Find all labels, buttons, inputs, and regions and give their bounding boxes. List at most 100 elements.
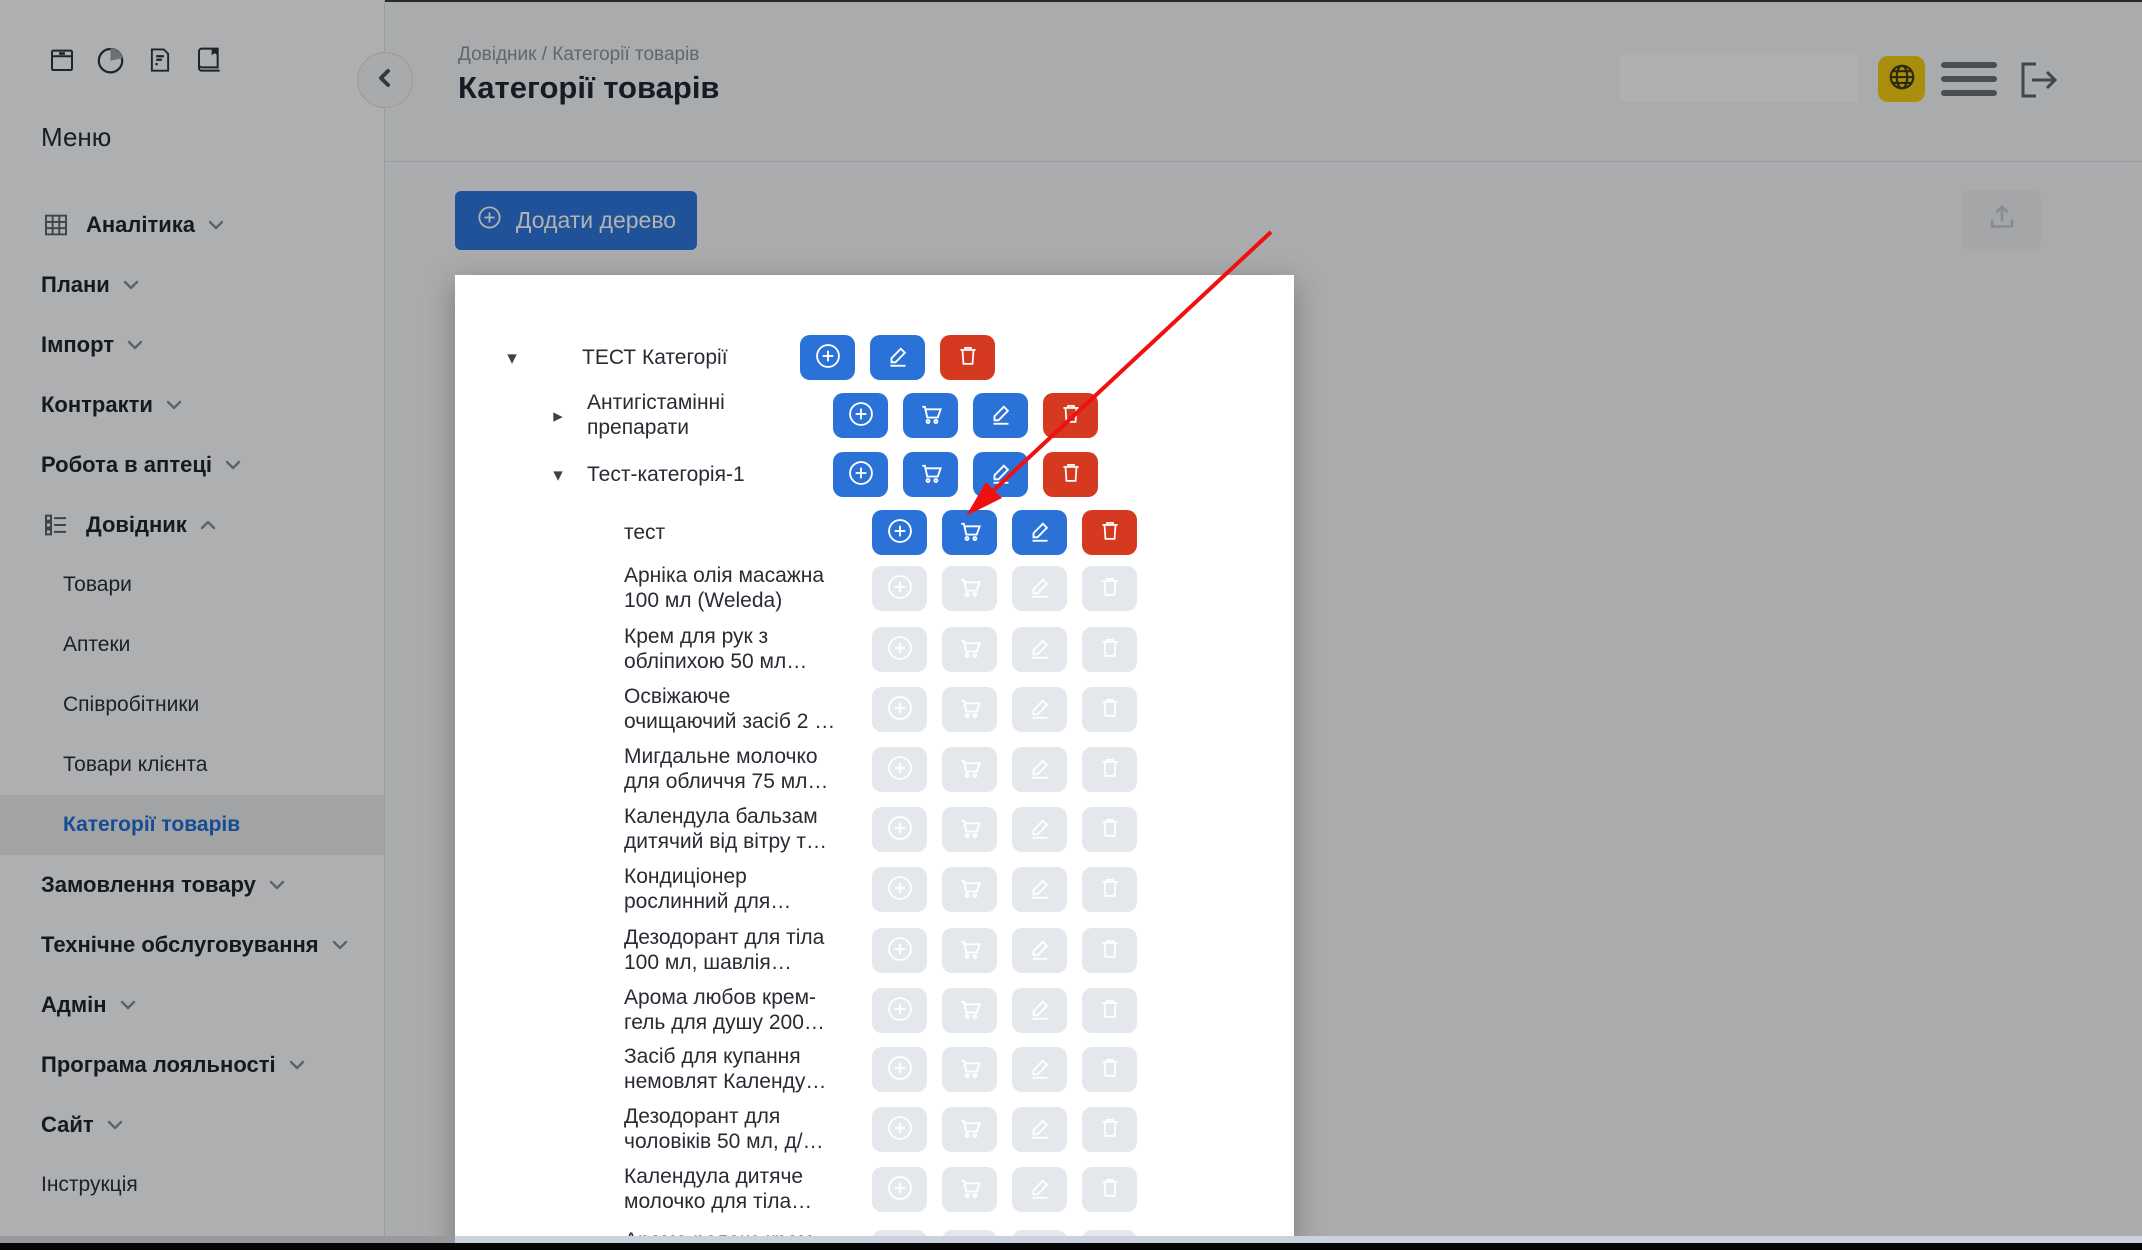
add-circle-icon	[884, 1052, 916, 1087]
cart-button	[942, 807, 997, 852]
tree-node-label: Календула бальзамдитячий від вітру т…	[624, 804, 827, 854]
edit-button[interactable]	[973, 393, 1028, 438]
tree-row-actions	[833, 393, 1098, 438]
edit-icon	[1025, 1113, 1055, 1146]
edit-icon	[1025, 1053, 1055, 1086]
tree-node-label: ТЕСТ Категорії	[582, 345, 728, 370]
add-circle-icon	[884, 872, 916, 907]
edit-button	[1012, 867, 1067, 912]
add-button	[872, 1047, 927, 1092]
edit-button	[1012, 988, 1067, 1033]
add-circle-icon	[845, 398, 877, 433]
tree-row-actions	[872, 510, 1137, 555]
edit-button	[1012, 627, 1067, 672]
cart-button	[942, 928, 997, 973]
edit-icon	[1025, 572, 1055, 605]
trash-icon	[1096, 753, 1124, 786]
tree-row-3: тест	[455, 502, 1294, 562]
horizontal-scrollbar[interactable]	[455, 1236, 2142, 1243]
delete-button[interactable]	[1082, 510, 1137, 555]
trash-icon	[1096, 633, 1124, 666]
edit-icon	[883, 341, 913, 374]
cart-button	[942, 747, 997, 792]
tree-row-actions	[800, 335, 995, 380]
edit-button[interactable]	[973, 452, 1028, 497]
trash-icon	[1096, 572, 1124, 605]
cart-icon	[955, 633, 985, 666]
tree-node-label: Дезодорант длячоловіків 50 мл, д/…	[624, 1104, 824, 1154]
edit-icon	[1025, 633, 1055, 666]
tree-row-actions	[872, 1107, 1137, 1152]
edit-icon	[1025, 753, 1055, 786]
tree-row-8: Календула бальзамдитячий від вітру т…	[455, 799, 1294, 859]
delete-button[interactable]	[1043, 452, 1098, 497]
edit-icon	[1025, 1173, 1055, 1206]
cart-button	[942, 867, 997, 912]
delete-button	[1082, 747, 1137, 792]
add-button[interactable]	[800, 335, 855, 380]
tree-row-6: Освіжаючеочищаючий засіб 2 …	[455, 679, 1294, 739]
add-button[interactable]	[833, 452, 888, 497]
tree-node-label: Мигдальне молочкодля обличчя 75 мл…	[624, 744, 828, 794]
tree-row-actions	[872, 807, 1137, 852]
cart-icon	[955, 1173, 985, 1206]
add-circle-icon	[884, 632, 916, 667]
add-button	[872, 687, 927, 732]
tree-node-label: Календула дитячемолочко для тіла…	[624, 1164, 812, 1214]
tree-node-label: Освіжаючеочищаючий засіб 2 …	[624, 684, 835, 734]
tree-node-label: Кондиціонеррослинний для…	[624, 864, 791, 914]
scrollbar-track-left	[0, 1236, 455, 1243]
tree-row-actions	[872, 566, 1137, 611]
cart-button	[942, 1047, 997, 1092]
delete-button[interactable]	[1043, 393, 1098, 438]
tree-row-actions	[872, 1167, 1137, 1212]
add-circle-icon	[884, 1112, 916, 1147]
edit-icon	[986, 399, 1016, 432]
tree-node-label: Тест-категорія-1	[587, 462, 745, 487]
edit-icon	[1025, 813, 1055, 846]
cart-button[interactable]	[903, 452, 958, 497]
tree-row-actions	[872, 627, 1137, 672]
edit-button[interactable]	[1012, 510, 1067, 555]
edit-button	[1012, 566, 1067, 611]
cart-button[interactable]	[903, 393, 958, 438]
edit-icon	[1025, 516, 1055, 549]
add-circle-icon	[884, 515, 916, 550]
cart-icon	[955, 994, 985, 1027]
cart-button	[942, 687, 997, 732]
cart-icon	[955, 813, 985, 846]
delete-button	[1082, 807, 1137, 852]
tree-row-11: Арома любов крем-гель для душу 200…	[455, 980, 1294, 1040]
tree-row-7: Мигдальне молочкодля обличчя 75 мл…	[455, 739, 1294, 799]
delete-button	[1082, 867, 1137, 912]
edit-button	[1012, 1107, 1067, 1152]
add-circle-icon	[884, 571, 916, 606]
tree-row-9: Кондиціонеррослинний для…	[455, 859, 1294, 919]
bottom-black-bar	[0, 1243, 2142, 1250]
tree-row-actions	[872, 687, 1137, 732]
trash-icon	[1096, 1173, 1124, 1206]
trash-icon	[1096, 813, 1124, 846]
cart-button	[942, 988, 997, 1033]
trash-icon	[954, 341, 982, 374]
cart-button	[942, 1107, 997, 1152]
delete-button	[1082, 988, 1137, 1033]
tree-row-13: Дезодорант длячоловіків 50 мл, д/…	[455, 1099, 1294, 1159]
add-button[interactable]	[872, 510, 927, 555]
tree-row-actions	[872, 747, 1137, 792]
add-button[interactable]	[833, 393, 888, 438]
add-button	[872, 988, 927, 1033]
add-circle-icon	[884, 933, 916, 968]
delete-button	[1082, 566, 1137, 611]
tree-node-label: Антигістамінніпрепарати	[587, 390, 725, 440]
add-button	[872, 807, 927, 852]
edit-icon	[1025, 693, 1055, 726]
cart-button-arrow-target[interactable]	[942, 510, 997, 555]
tree-caret-down-icon[interactable]: ▾	[499, 347, 525, 370]
delete-button[interactable]	[940, 335, 995, 380]
delete-button	[1082, 1107, 1137, 1152]
tree-caret-right-icon[interactable]: ▸	[545, 405, 571, 428]
edit-button[interactable]	[870, 335, 925, 380]
tree-caret-down-icon[interactable]: ▾	[545, 464, 571, 487]
add-circle-icon	[812, 340, 844, 375]
